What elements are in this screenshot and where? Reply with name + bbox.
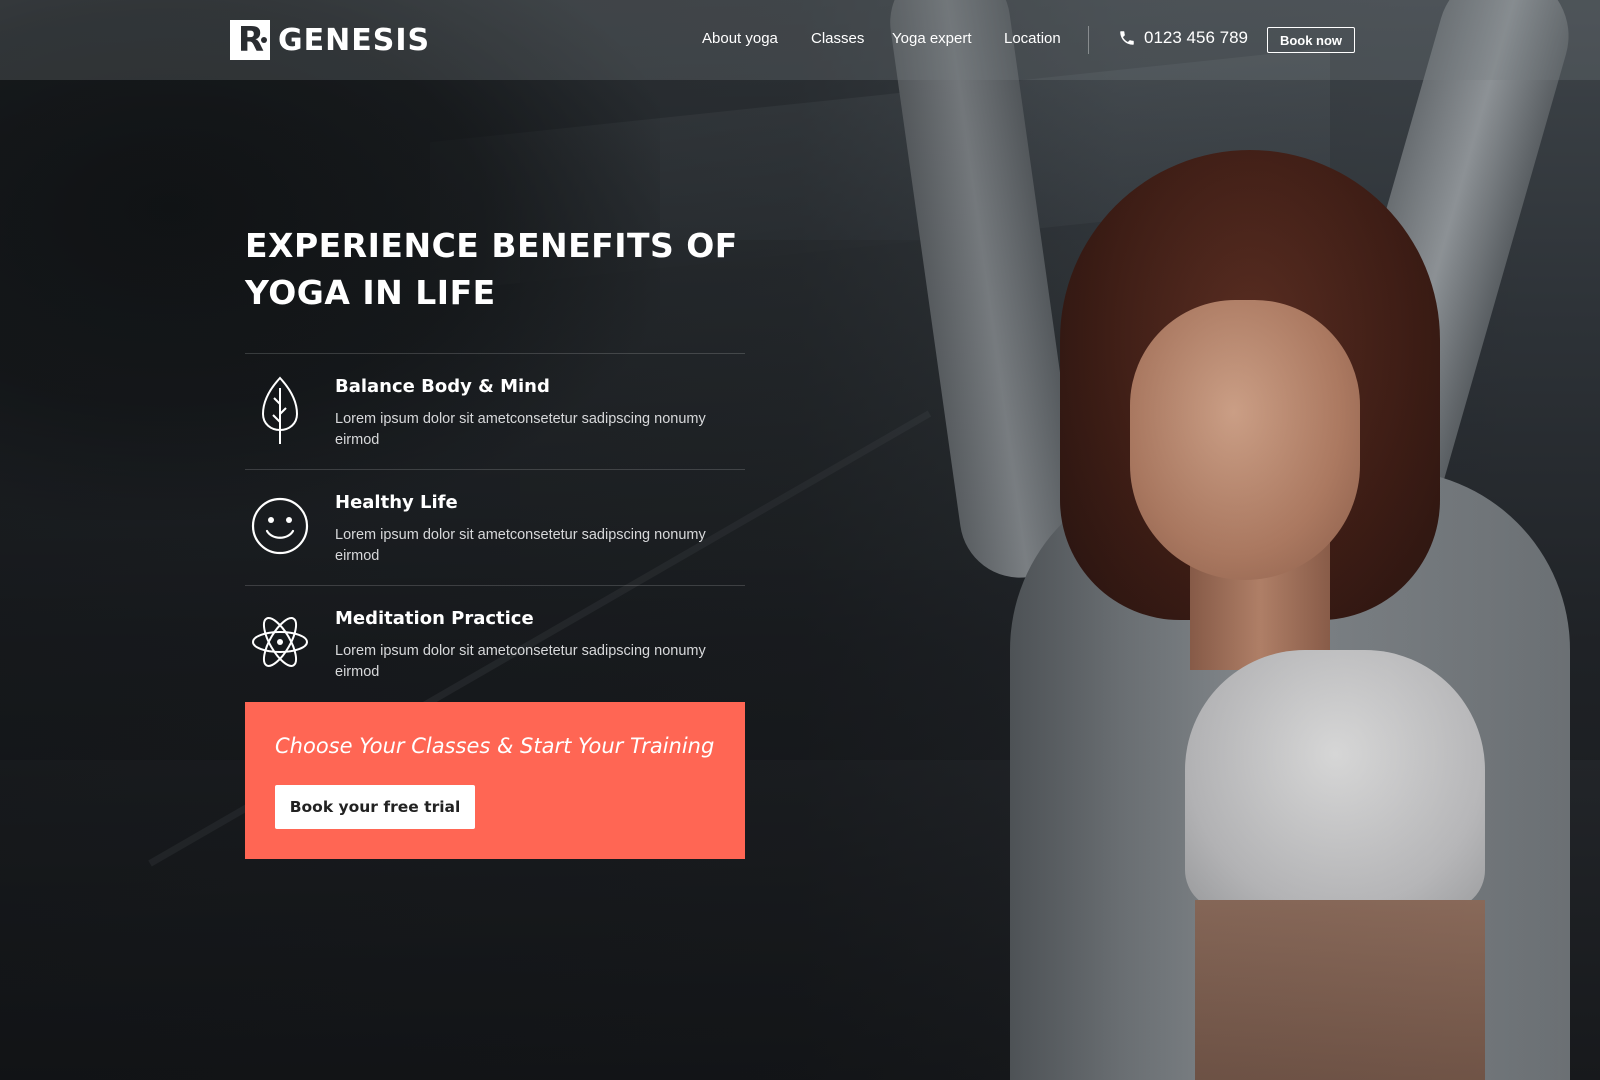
feature-title: Balance Body & Mind: [335, 376, 550, 397]
phone-number: 0123 456 789: [1144, 28, 1248, 47]
hero-background-photo: [0, 0, 1600, 1080]
logo[interactable]: R GENESIS: [230, 20, 430, 60]
book-now-button[interactable]: Book now: [1267, 27, 1355, 53]
nav-link-yoga-expert[interactable]: Yoga expert: [892, 30, 972, 47]
logo-mark-icon: R: [230, 20, 270, 60]
feature-list: Balance Body & Mind Lorem ipsum dolor si…: [245, 353, 745, 701]
nav-link-classes[interactable]: Classes: [811, 30, 864, 47]
logo-text: GENESIS: [278, 22, 431, 58]
feature-title: Healthy Life: [335, 492, 458, 513]
feature-description: Lorem ipsum dolor sit ametconsetetur sad…: [335, 643, 706, 680]
phone-link[interactable]: 0123 456 789: [1118, 28, 1248, 48]
atom-icon: [252, 617, 308, 667]
nav-divider: [1088, 26, 1089, 54]
feature-item-meditation: Meditation Practice Lorem ipsum dolor si…: [245, 585, 745, 701]
feature-description: Lorem ipsum dolor sit ametconsetetur sad…: [335, 411, 706, 448]
feature-title: Meditation Practice: [335, 608, 534, 629]
nav-link-about-yoga[interactable]: About yoga: [702, 30, 778, 47]
hero-title: EXPERIENCE BENEFITS OF YOGA IN LIFE: [245, 226, 738, 312]
cta-text: Choose Your Classes & Start Your Trainin…: [275, 734, 715, 758]
leaf-icon: [261, 376, 299, 444]
feature-description: Lorem ipsum dolor sit ametconsetetur sad…: [335, 527, 706, 564]
smiley-face-icon: [251, 497, 309, 555]
feature-item-healthy-life: Healthy Life Lorem ipsum dolor sit ametc…: [245, 469, 745, 585]
phone-icon: [1120, 31, 1134, 45]
feature-item-balance: Balance Body & Mind Lorem ipsum dolor si…: [245, 353, 745, 469]
nav-link-location[interactable]: Location: [1004, 30, 1061, 47]
cta-panel: Choose Your Classes & Start Your Trainin…: [245, 702, 745, 859]
site-header: R GENESIS About yoga Classes Yoga expert…: [0, 0, 1600, 80]
book-free-trial-button[interactable]: Book your free trial: [275, 785, 475, 829]
